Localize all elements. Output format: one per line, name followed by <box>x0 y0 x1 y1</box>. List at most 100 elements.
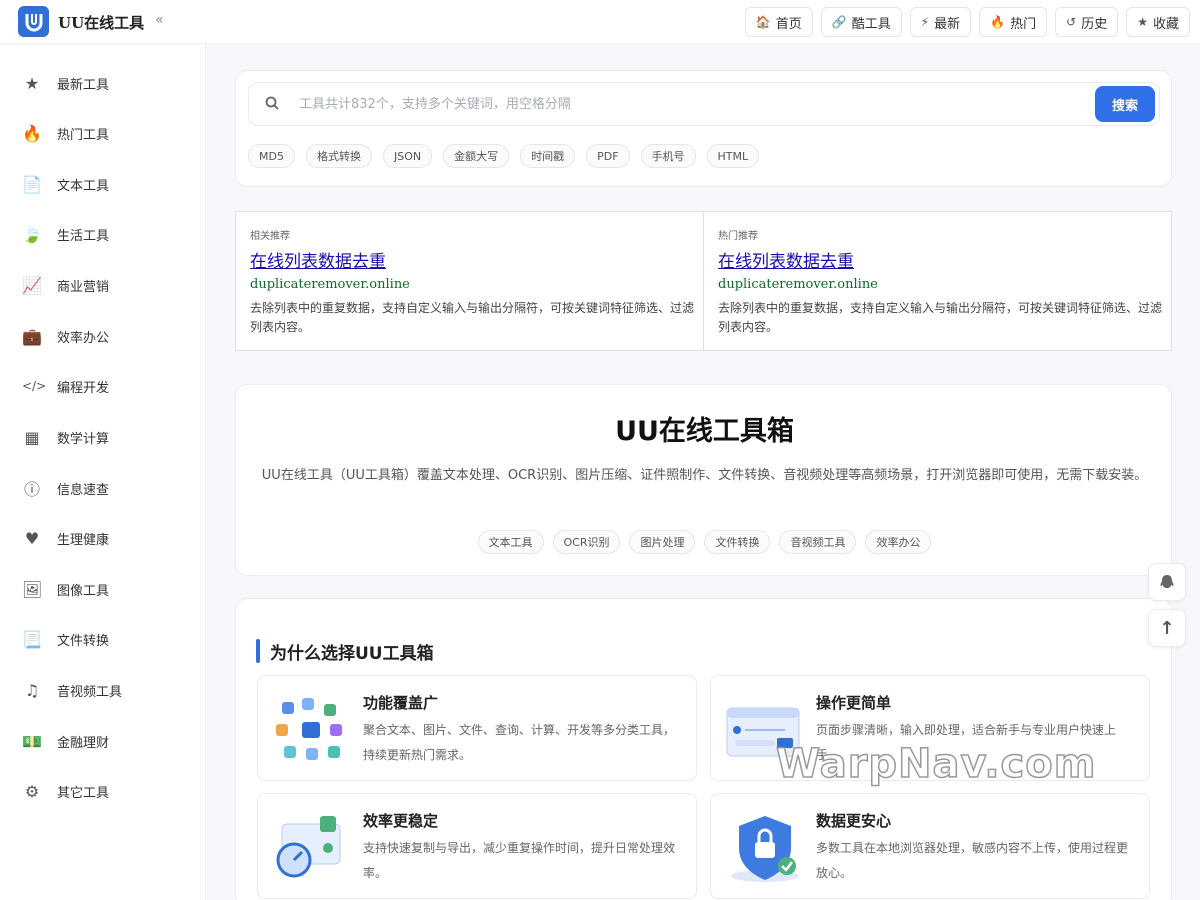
sidebar-item-2[interactable]: 📄 文本工具 <box>0 164 206 204</box>
ad-description: 去除列表中的重复数据，支持自定义输入与输出分隔符，可按关键词特征筛选、过滤列表内… <box>250 301 695 334</box>
back-to-top-button[interactable]: ↑ <box>1148 609 1186 647</box>
feature-title: 功能覆盖广 <box>363 694 439 712</box>
qq-contact-button[interactable] <box>1148 563 1186 601</box>
nav-button-4[interactable]: ↺ 历史 <box>1055 7 1119 37</box>
fire-icon: 🔥 <box>22 123 42 143</box>
nav-button-0[interactable]: 🏠 首页 <box>744 7 813 37</box>
top-header: UU在线工具 « 🏠 首页 🔗 酷工具 ⚡ 最新 🔥 热门 ↺ 历史 ★ 收藏 <box>0 0 1200 44</box>
nav-button-label: 首页 <box>775 16 802 32</box>
keyword-tag[interactable]: 格式转换 <box>305 144 372 168</box>
nav-button-label: 热门 <box>1010 16 1037 32</box>
feature-efficiency: 效率更稳定 支持快速复制与导出，减少重复操作时间，提升日常处理效率。 <box>257 793 697 899</box>
code-icon: </> <box>22 379 47 393</box>
nav-button-5[interactable]: ★ 收藏 <box>1126 7 1190 37</box>
ad-related[interactable]: 相关推荐 在线列表数据去重 duplicateremover.online 去除… <box>235 211 704 351</box>
sidebar-item-1[interactable]: 🔥 热门工具 <box>0 113 206 153</box>
keyword-tag[interactable]: 时间戳 <box>520 144 576 168</box>
nav-button-label: 收藏 <box>1152 16 1179 32</box>
sidebar-item-label: 生理健康 <box>57 532 110 548</box>
sidebar-item-7[interactable]: ▦ 数学计算 <box>0 417 206 457</box>
apps-grid-illustration-icon <box>276 698 342 760</box>
intro-tags: 文本工具 OCR识别 图片处理 文件转换 音视频工具 效率办公 <box>236 530 1173 554</box>
chart-line-icon: 📈 <box>22 275 42 295</box>
feature-description: 多数工具在本地浏览器处理，敏感内容不上传，使用过程更放心。 <box>816 841 1129 880</box>
category-tag[interactable]: OCR识别 <box>552 530 621 554</box>
site-title[interactable]: UU在线工具 <box>58 12 144 33</box>
briefcase-icon: 💼 <box>22 326 42 346</box>
collapse-sidebar-button[interactable]: « <box>155 12 164 28</box>
search-input[interactable] <box>299 92 1079 116</box>
nav-button-label: 最新 <box>934 16 961 32</box>
sidebar-item-label: 图像工具 <box>57 583 110 599</box>
sidebar-item-label: 金融理财 <box>57 735 110 751</box>
sidebar-item-13[interactable]: 💵 金融理财 <box>0 721 206 761</box>
sidebar-item-8[interactable]: ⓘ 信息速查 <box>0 468 206 508</box>
sidebar-item-11[interactable]: 📃 文件转换 <box>0 619 206 659</box>
sidebar-item-14[interactable]: ⚙ 其它工具 <box>0 771 206 811</box>
keyword-tag[interactable]: JSON <box>382 144 433 168</box>
music-icon: ♫ <box>24 680 40 700</box>
keyword-tag[interactable]: 金额大写 <box>443 144 510 168</box>
link-icon: 🔗 <box>831 15 847 29</box>
shield-lock-illustration-icon <box>731 816 799 882</box>
feature-description: 支持快速复制与导出，减少重复操作时间，提升日常处理效率。 <box>363 841 676 880</box>
sidebar-item-label: 音视频工具 <box>57 684 123 700</box>
ad-description: 去除列表中的重复数据，支持自定义输入与输出分隔符，可按关键词特征筛选、过滤列表内… <box>718 301 1163 334</box>
intro-description: UU在线工具（UU工具箱）覆盖文本处理、OCR识别、图片压缩、证件照制作、文件转… <box>261 468 1148 483</box>
ad-title-link[interactable]: 在线列表数据去重 <box>250 247 386 272</box>
section-accent-bar <box>256 639 260 663</box>
ad-title-link[interactable]: 在线列表数据去重 <box>718 247 854 272</box>
search-box: 搜索 <box>248 82 1160 126</box>
ad-domain[interactable]: duplicateremover.online <box>718 277 878 292</box>
star-icon: ★ <box>24 73 40 93</box>
sidebar-item-6[interactable]: </> 编程开发 <box>0 366 206 406</box>
category-tag[interactable]: 效率办公 <box>865 530 932 554</box>
star-icon: ★ <box>1137 15 1148 29</box>
sidebar: ★ 最新工具 🔥 热门工具 📄 文本工具 🍃 生活工具 📈 商业营销 💼 效率办公 </> 编程开发 ▦ 数学… <box>0 45 206 900</box>
keyword-tag[interactable]: 手机号 <box>640 144 696 168</box>
nav-button-1[interactable]: 🔗 酷工具 <box>820 7 902 37</box>
sidebar-item-label: 热门工具 <box>57 127 110 143</box>
intro-card: UU在线工具箱 UU在线工具（UU工具箱）覆盖文本处理、OCR识别、图片压缩、证… <box>235 384 1172 576</box>
ad-label: 热门推荐 <box>718 231 758 242</box>
heartbeat-icon: ♥ <box>24 528 40 548</box>
category-tag[interactable]: 音视频工具 <box>779 530 857 554</box>
sidebar-item-label: 效率办公 <box>57 330 110 346</box>
sidebar-item-0[interactable]: ★ 最新工具 <box>0 63 206 103</box>
gear-icon: ⚙ <box>24 781 40 801</box>
info-icon: ⓘ <box>23 480 40 499</box>
keyword-tag[interactable]: PDF <box>586 144 630 168</box>
sidebar-item-label: 信息速查 <box>57 482 110 498</box>
nav-button-3[interactable]: 🔥 热门 <box>979 7 1048 37</box>
category-tag[interactable]: 文本工具 <box>477 530 544 554</box>
sidebar-item-label: 生活工具 <box>57 228 110 244</box>
ad-hot[interactable]: 热门推荐 在线列表数据去重 duplicateremover.online 去除… <box>703 211 1172 351</box>
feature-title: 效率更稳定 <box>363 812 439 830</box>
speed-gauge-illustration-icon <box>276 816 341 878</box>
nav-button-2[interactable]: ⚡ 最新 <box>909 7 972 37</box>
file-convert-icon: 📃 <box>22 629 42 649</box>
hot-keyword-tags: MD5 格式转换 JSON 金额大写 时间戳 PDF 手机号 HTML <box>248 144 760 168</box>
logo-icon[interactable] <box>18 6 49 37</box>
keyword-tag[interactable]: HTML <box>706 144 760 168</box>
sidebar-item-label: 最新工具 <box>57 77 110 93</box>
search-icon <box>265 96 279 110</box>
category-tag[interactable]: 图片处理 <box>629 530 696 554</box>
arrow-up-icon: ↑ <box>1159 617 1175 639</box>
intro-title: UU在线工具箱 <box>615 416 794 447</box>
sidebar-item-4[interactable]: 📈 商业营销 <box>0 265 206 305</box>
search-card: 搜索 MD5 格式转换 JSON 金额大写时间戳 PDF 手机号 HTML <box>235 70 1172 187</box>
category-tag[interactable]: 文件转换 <box>704 530 771 554</box>
sidebar-item-label: 数学计算 <box>57 431 110 447</box>
sidebar-item-3[interactable]: 🍃 生活工具 <box>0 214 206 254</box>
sidebar-item-label: 编程开发 <box>57 380 110 396</box>
sidebar-item-12[interactable]: ♫ 音视频工具 <box>0 670 206 710</box>
search-button[interactable]: 搜索 <box>1095 86 1155 122</box>
sidebar-item-5[interactable]: 💼 效率办公 <box>0 316 206 356</box>
sidebar-item-10[interactable]: 🖼 图像工具 <box>0 569 206 609</box>
leaf-icon: 🍃 <box>22 224 42 244</box>
ad-domain[interactable]: duplicateremover.online <box>250 277 410 292</box>
keyword-tag[interactable]: MD5 <box>248 144 295 168</box>
sidebar-item-9[interactable]: ♥ 生理健康 <box>0 518 206 558</box>
ad-label: 相关推荐 <box>250 231 290 242</box>
